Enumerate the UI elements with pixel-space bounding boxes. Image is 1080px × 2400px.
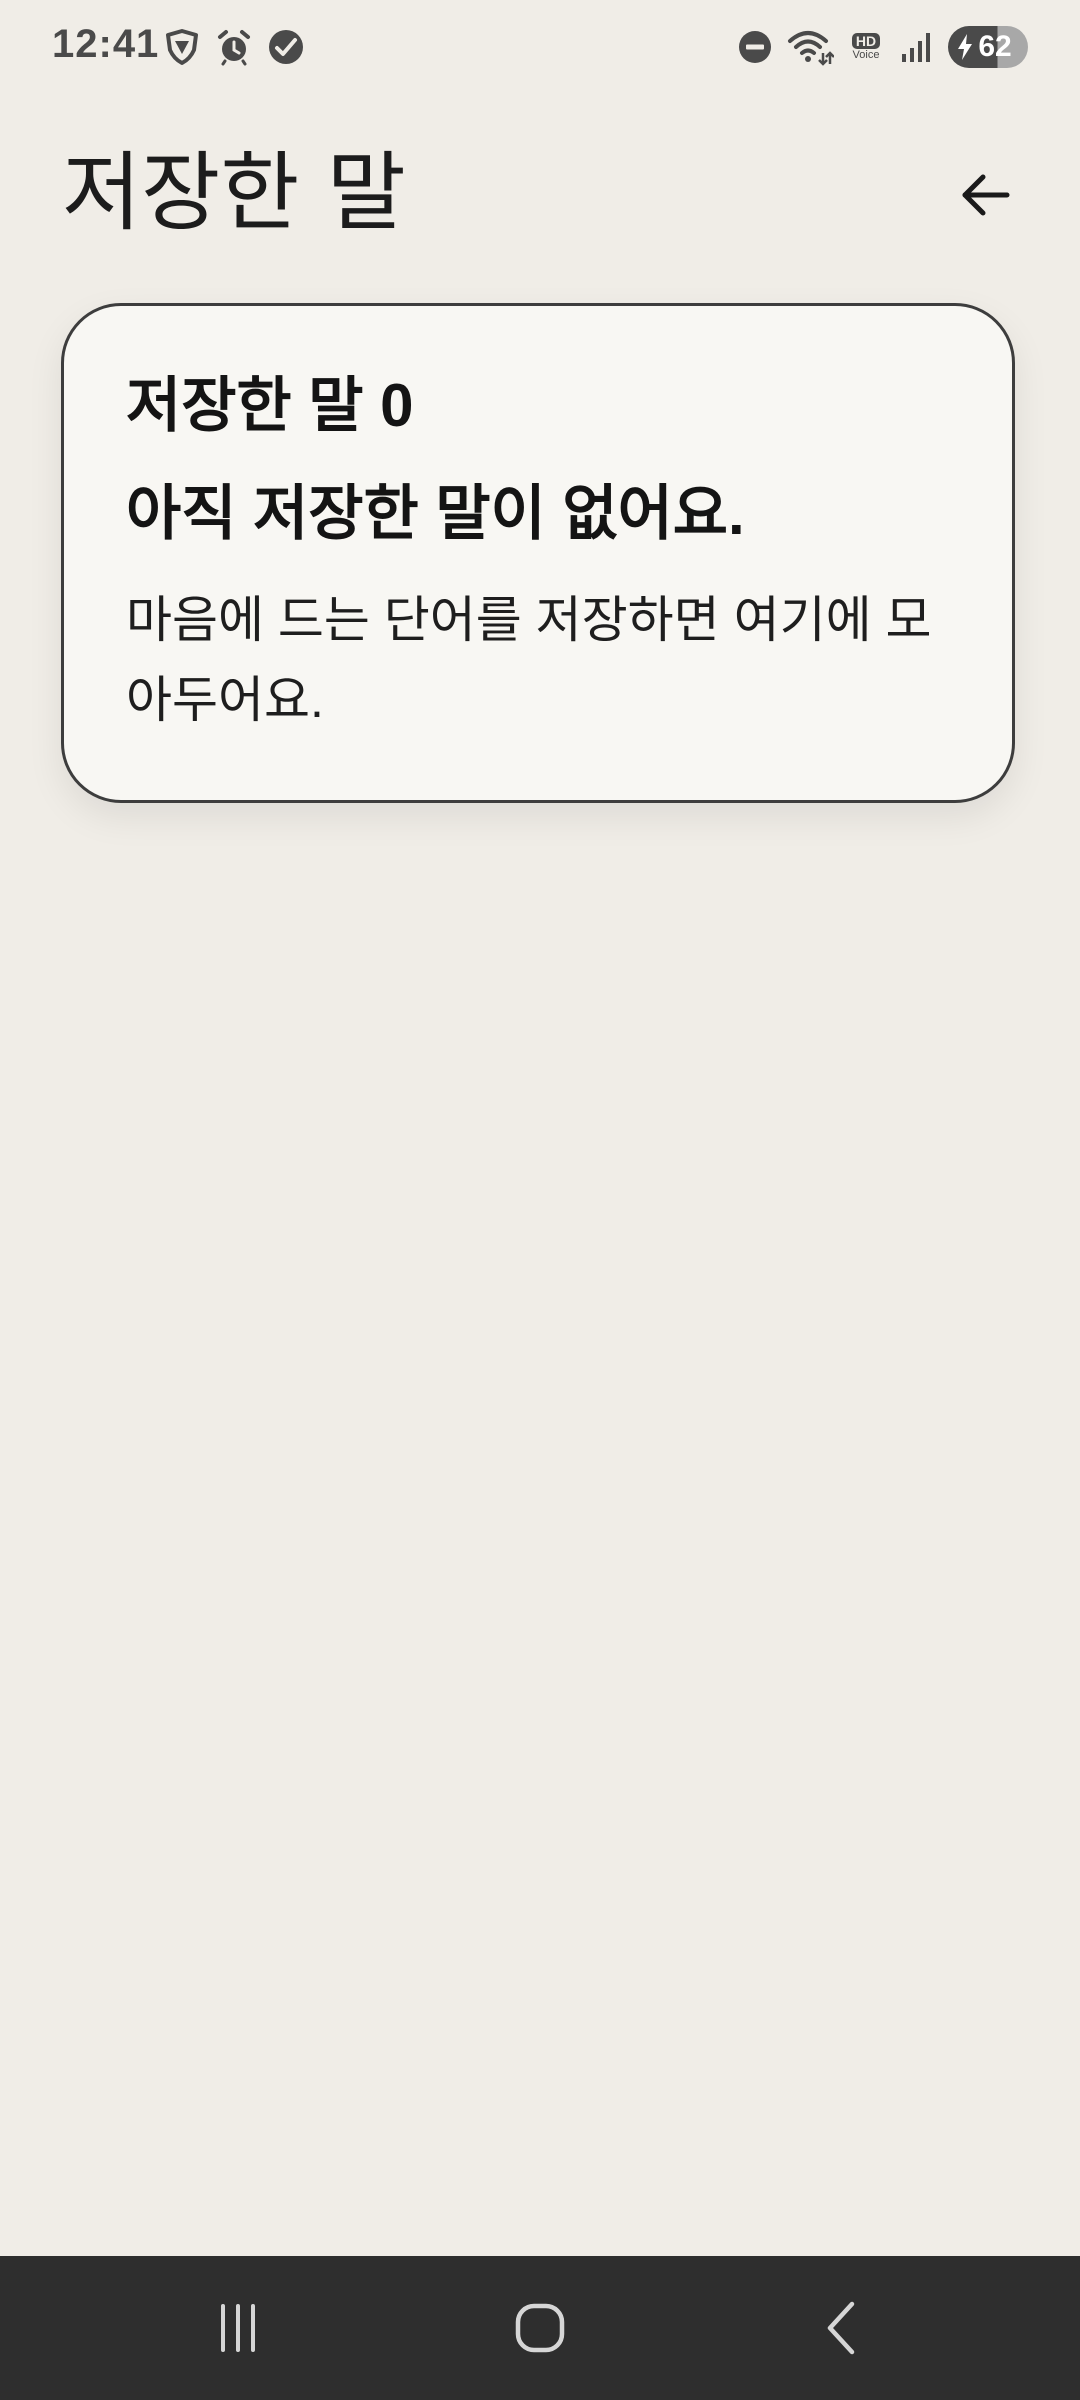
empty-state-description: 마음에 드는 단어를 저장하면 여기에 모아두어요. [126, 592, 932, 728]
home-button[interactable] [490, 2278, 590, 2378]
hd-voice-top: HD [851, 32, 881, 49]
signal-icon [902, 33, 930, 62]
recents-button[interactable] [188, 2278, 288, 2378]
alarm-icon [218, 30, 250, 66]
recents-icon [221, 2304, 255, 2352]
status-bar: 12:41 HD Voice 62 [0, 0, 1080, 96]
shield-icon [166, 29, 198, 65]
status-system-icons: HD Voice 62 [736, 26, 1028, 68]
hd-voice-icon: HD Voice [846, 27, 886, 67]
arrow-left-icon [962, 174, 1010, 216]
nav-back-button[interactable] [792, 2278, 892, 2378]
check-circle-icon [269, 30, 303, 64]
do-not-disturb-icon [739, 31, 771, 63]
hd-voice-bottom: Voice [852, 48, 880, 61]
back-icon [827, 2301, 855, 2355]
back-button[interactable] [940, 150, 1030, 240]
app-header: 저장한 말 [0, 130, 1080, 260]
battery-indicator: 62 [948, 26, 1028, 68]
home-icon [515, 2303, 565, 2353]
saved-count: 저장한 말 0 [126, 372, 414, 439]
empty-state-heading: 아직 저장한 말이 없어요. [126, 480, 745, 547]
system-navigation-bar [0, 2256, 1080, 2400]
status-time: 12:41 [52, 22, 160, 66]
empty-state-card: 저장한 말 0 아직 저장한 말이 없어요. 마음에 드는 단어를 저장하면 여… [61, 303, 1015, 803]
charging-bolt-icon [958, 34, 972, 60]
status-notification-icons [163, 28, 305, 66]
wifi-icon [788, 31, 834, 66]
page-title: 저장한 말 [62, 143, 406, 243]
